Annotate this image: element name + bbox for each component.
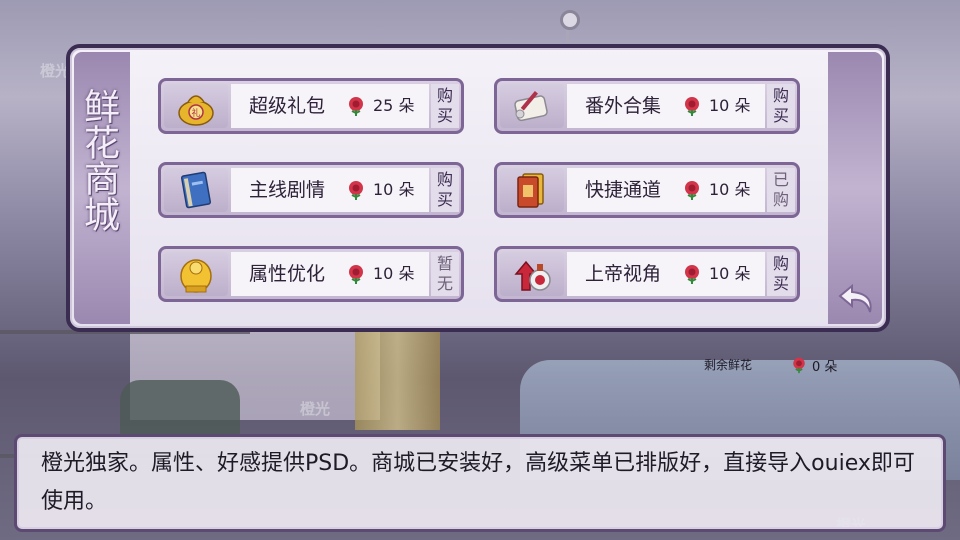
- rose-icon: [685, 97, 699, 116]
- shop-item-god-view: 上帝视角 10 朵 购买: [494, 246, 800, 302]
- back-button[interactable]: [836, 280, 880, 320]
- item-icon-box: [164, 168, 228, 212]
- scroll-icon: [514, 91, 548, 122]
- item-info: 番外合集 10 朵: [567, 84, 765, 128]
- rose-icon: [685, 181, 699, 200]
- item-info: 属性优化 10 朵: [231, 252, 429, 296]
- golden-statue-icon: [180, 259, 212, 293]
- item-icon-box: 礼: [164, 84, 228, 128]
- item-info: 快捷通道 10 朵: [567, 168, 765, 212]
- shop-title: 鲜花商城: [78, 88, 119, 232]
- remaining-flowers-count: 0 朵: [812, 360, 838, 375]
- item-price: 10 朵: [709, 264, 751, 283]
- buy-button[interactable]: 购买: [431, 168, 459, 212]
- item-name: 主线剧情: [249, 179, 326, 201]
- shop-item-extra-collection: 番外合集 10 朵 购买: [494, 78, 800, 134]
- button-label: 已购: [772, 170, 789, 209]
- gift-bag-icon: 礼: [178, 95, 214, 126]
- button-label: 购买: [772, 254, 789, 293]
- shop-item-attribute-boost: 属性优化 10 朵 暂无: [158, 246, 464, 302]
- rose-icon: [793, 357, 805, 374]
- shop-item-super-gift: 礼 超级礼包 25 朵 购买: [158, 78, 464, 134]
- dialog-box[interactable]: 橙光独家。属性、好感提供PSD。商城已安装好，高级菜单已排版好，直接导入ouie…: [14, 434, 946, 532]
- unavailable-button[interactable]: 暂无: [431, 252, 459, 296]
- item-price: 10 朵: [373, 264, 415, 283]
- rose-icon: [685, 265, 699, 284]
- button-label: 暂无: [436, 254, 453, 293]
- dialog-text: 橙光独家。属性、好感提供PSD。商城已安装好，高级菜单已排版好，直接导入ouie…: [41, 451, 915, 514]
- shop-item-main-story: 主线剧情 10 朵 购买: [158, 162, 464, 218]
- item-info: 主线剧情 10 朵: [231, 168, 429, 212]
- potion-arrow-icon: [514, 260, 551, 291]
- remaining-flowers-label: 剩余鲜花: [704, 358, 753, 372]
- item-name: 快捷通道: [585, 179, 662, 201]
- background-bag: [120, 380, 240, 440]
- background-lamp: [560, 10, 580, 30]
- buy-button[interactable]: 购买: [431, 84, 459, 128]
- item-price: 10 朵: [709, 96, 751, 115]
- svg-text:礼: 礼: [191, 107, 200, 119]
- shop-item-shortcut: 快捷通道 10 朵 已购: [494, 162, 800, 218]
- item-icon-box: [164, 252, 228, 296]
- item-name: 上帝视角: [585, 263, 662, 285]
- item-icon-box: [500, 168, 564, 212]
- button-label: 购买: [436, 86, 453, 125]
- rose-icon: [349, 265, 363, 284]
- item-info: 上帝视角 10 朵: [567, 252, 765, 296]
- item-price: 10 朵: [709, 180, 751, 199]
- item-price: 10 朵: [373, 180, 415, 199]
- item-icon-box: [500, 252, 564, 296]
- book-icon: [180, 171, 212, 209]
- purchased-button[interactable]: 已购: [767, 168, 795, 212]
- item-price: 25 朵: [373, 96, 415, 115]
- item-icon-box: [500, 84, 564, 128]
- rose-icon: [349, 97, 363, 116]
- buy-button[interactable]: 购买: [767, 252, 795, 296]
- item-name: 超级礼包: [249, 95, 326, 117]
- item-name: 番外合集: [585, 95, 662, 117]
- rose-icon: [349, 181, 363, 200]
- buy-button[interactable]: 购买: [767, 84, 795, 128]
- item-info: 超级礼包 25 朵: [231, 84, 429, 128]
- button-label: 购买: [436, 170, 453, 209]
- back-arrow-icon: [838, 283, 872, 313]
- item-name: 属性优化: [249, 263, 326, 285]
- button-label: 购买: [772, 86, 789, 125]
- card-icon: [517, 173, 544, 208]
- watermark: 橙光: [300, 400, 331, 418]
